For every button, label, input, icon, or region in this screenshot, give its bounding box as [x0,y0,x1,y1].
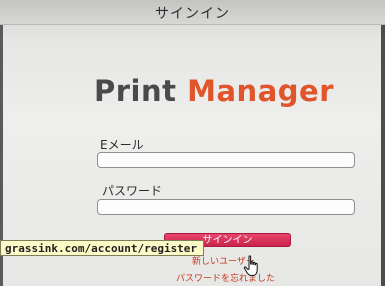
screen-bezel-right [381,0,385,286]
title-bar: サインイン [0,0,385,25]
email-label: Eメール [100,138,144,152]
hand-pointer-icon [243,255,258,276]
password-label: パスワード [102,184,163,198]
email-field[interactable] [97,152,355,168]
sign-in-screen: サインイン Print Manager Eメール パスワード サインイン 新しい… [0,0,385,286]
logo-print-text: Print [94,74,177,108]
window-title: サインイン [155,6,230,22]
status-url-tooltip: grassink.com/account/register [0,240,205,256]
logo-manager-text: Manager [187,74,334,108]
app-logo: Print Manager [94,74,334,108]
password-field[interactable] [97,199,355,215]
